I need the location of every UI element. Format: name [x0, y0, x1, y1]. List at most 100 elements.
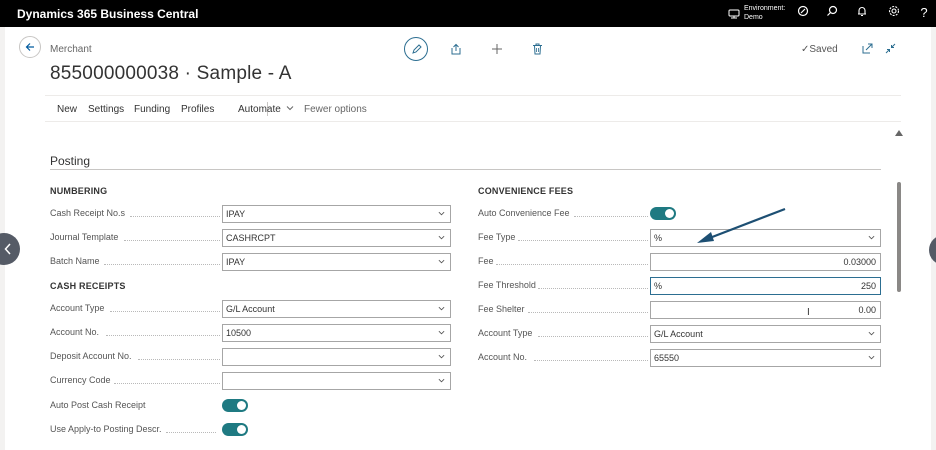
field-label: Use Apply-to Posting Descr. — [50, 424, 162, 434]
environment-icon — [728, 9, 740, 19]
field-auto-convenience-fee: Auto Convenience Fee — [478, 205, 882, 223]
field-fee-shelter: Fee Shelter 0.00 — [478, 301, 882, 319]
chevron-down-icon — [438, 235, 445, 240]
field-label: Batch Name — [50, 256, 100, 266]
open-new-window-button[interactable] — [860, 41, 874, 55]
chevron-down-icon — [438, 378, 445, 383]
trash-icon — [532, 43, 542, 55]
journal-template-select[interactable]: CASHRCPT — [222, 229, 451, 247]
action-new[interactable]: New — [57, 104, 77, 115]
action-automate[interactable]: Automate — [238, 104, 294, 115]
batch-name-select[interactable]: IPAY — [222, 253, 451, 271]
field-value: G/L Account — [226, 304, 275, 314]
share-icon — [451, 43, 461, 55]
field-value: 10500 — [226, 328, 252, 338]
field-leader-dots — [574, 216, 648, 217]
fee-threshold-prefix: % — [654, 281, 663, 291]
field-leader-dots — [496, 264, 648, 265]
environment-value: Demo — [744, 14, 763, 21]
app-title[interactable]: Dynamics 365 Business Central — [17, 7, 198, 21]
field-value: IPAY — [226, 257, 246, 267]
action-funding[interactable]: Funding — [134, 104, 170, 115]
cash-receipt-nos-select[interactable]: IPAY — [222, 205, 451, 223]
field-label: Fee Type — [478, 232, 516, 242]
copilot-icon[interactable] — [794, 4, 812, 22]
field-label: Account No. — [478, 352, 528, 362]
search-icon[interactable] — [823, 4, 841, 22]
action-settings[interactable]: Settings — [88, 104, 124, 115]
auto-post-cash-receipt-toggle[interactable] — [222, 399, 248, 412]
field-label: Fee Shelter — [478, 304, 525, 314]
field-label: Journal Template — [50, 232, 119, 242]
field-cash-receipt-nos: Cash Receipt No.s IPAY — [50, 205, 452, 223]
action-bar: New Settings Funding Profiles Automate F… — [45, 95, 901, 122]
field-leader-dots — [166, 432, 216, 433]
new-record-button[interactable] — [488, 40, 506, 58]
field-label: Fee — [478, 256, 494, 266]
use-apply-to-posting-descr-toggle[interactable] — [222, 423, 248, 436]
text-cursor-icon: I — [807, 307, 810, 318]
scrollbar-thumb[interactable] — [897, 182, 901, 292]
annotation-arrow-icon — [697, 207, 786, 243]
field-label: Auto Convenience Fee — [478, 208, 570, 218]
field-label: Currency Code — [50, 375, 111, 385]
action-fewer-options[interactable]: Fewer options — [304, 104, 367, 115]
bell-icon[interactable] — [853, 4, 871, 22]
fee-threshold-input[interactable]: % 250 — [650, 277, 881, 295]
fee-account-type-select[interactable]: G/L Account — [650, 325, 881, 343]
field-value: % — [654, 233, 663, 243]
gear-icon[interactable] — [885, 4, 903, 22]
account-type-select[interactable]: G/L Account — [222, 300, 451, 318]
share-button[interactable] — [447, 40, 465, 58]
environment-indicator[interactable]: Environment: Demo — [728, 4, 785, 22]
chevron-down-icon — [438, 354, 445, 359]
field-label: Deposit Account No. — [50, 351, 132, 361]
merchant-card-page: Merchant 855000000038 · Sample - A ✓Save… — [5, 27, 931, 450]
environment-label: Environment: — [744, 5, 786, 12]
field-leader-dots — [106, 335, 220, 336]
field-leader-dots — [538, 336, 648, 337]
currency-code-select[interactable] — [222, 372, 451, 390]
action-profiles[interactable]: Profiles — [181, 104, 214, 115]
chevron-down-icon — [438, 330, 445, 335]
fee-input[interactable]: 0.03000 — [650, 253, 881, 271]
field-journal-template: Journal Template CASHRCPT — [50, 229, 452, 247]
scroll-up-arrow-icon[interactable] — [895, 130, 903, 136]
plus-icon — [492, 44, 502, 54]
field-leader-dots — [130, 216, 220, 217]
field-label: Account No. — [50, 327, 100, 337]
group-header-numbering: NUMBERING — [50, 186, 108, 196]
open-new-window-icon — [862, 43, 872, 53]
field-label: Auto Post Cash Receipt — [50, 400, 146, 410]
deposit-account-no-select[interactable] — [222, 348, 451, 366]
arrow-left-icon — [25, 43, 34, 51]
field-leader-dots — [138, 359, 220, 360]
edit-button[interactable] — [404, 37, 428, 61]
field-auto-post-cash-receipt: Auto Post Cash Receipt — [50, 397, 452, 415]
field-fee-threshold: Fee Threshold % 250 — [478, 277, 882, 295]
field-account-no-right: Account No. 65550 — [478, 349, 882, 367]
collapse-button[interactable] — [883, 41, 897, 55]
auto-convenience-fee-toggle[interactable] — [650, 207, 676, 220]
fee-shelter-input[interactable]: 0.00 — [650, 301, 881, 319]
back-button[interactable] — [19, 36, 41, 58]
field-leader-dots — [114, 383, 220, 384]
section-title-posting[interactable]: Posting — [50, 154, 90, 168]
page-caption: Merchant — [50, 44, 92, 55]
chevron-down-icon — [868, 355, 875, 360]
field-value: IPAY — [226, 209, 246, 219]
pencil-icon — [411, 43, 422, 54]
field-leader-dots — [518, 240, 648, 241]
field-label: Account Type — [478, 328, 533, 338]
fee-account-no-select[interactable]: 65550 — [650, 349, 881, 367]
account-no-select[interactable]: 10500 — [222, 324, 451, 342]
help-icon[interactable]: ? — [915, 4, 933, 22]
section-divider — [50, 169, 881, 170]
field-label: Fee Threshold — [478, 280, 536, 290]
field-account-no-left: Account No. 10500 — [50, 324, 452, 342]
field-leader-dots — [528, 312, 648, 313]
delete-button[interactable] — [528, 40, 546, 58]
top-bar: Dynamics 365 Business Central Environmen… — [0, 0, 936, 27]
field-fee: Fee 0.03000 — [478, 253, 882, 271]
chevron-down-icon — [438, 211, 445, 216]
